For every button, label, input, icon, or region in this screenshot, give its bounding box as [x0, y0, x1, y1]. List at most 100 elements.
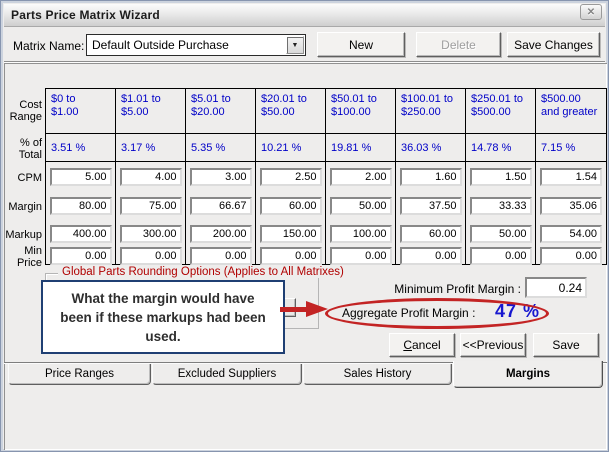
matrix-cell	[116, 247, 186, 264]
row-label-cpm: CPM	[4, 163, 44, 193]
tab-price-ranges[interactable]: Price Ranges	[8, 364, 151, 385]
matrix-cell	[116, 220, 186, 247]
cost-range-header: $250.01 to $500.00	[466, 89, 536, 134]
cancel-label-rest: ancel	[412, 338, 441, 352]
markup-input[interactable]	[190, 225, 252, 243]
margin-input[interactable]	[120, 197, 182, 215]
margin-input[interactable]	[260, 197, 322, 215]
minimum-profit-margin-input[interactable]	[525, 277, 587, 298]
cpm-input[interactable]	[540, 168, 602, 186]
margin-input[interactable]	[400, 197, 462, 215]
matrix-cell	[466, 220, 536, 247]
cpm-input[interactable]	[190, 168, 252, 186]
cpm-input[interactable]	[470, 168, 532, 186]
cost-range-header: $0 to $1.00	[46, 89, 116, 134]
matrix-name-label: Matrix Name:	[13, 39, 84, 53]
delete-button[interactable]: Delete	[416, 32, 501, 57]
matrix-cell	[256, 162, 326, 192]
min-price-input[interactable]	[470, 247, 532, 265]
cpm-input[interactable]	[330, 168, 392, 186]
margin-input[interactable]	[190, 197, 252, 215]
matrix-cell	[396, 220, 466, 247]
previous-button[interactable]: <<Previous	[460, 333, 526, 357]
price-matrix-table: $0 to $1.00 $1.01 to $5.00 $5.01 to $20.…	[45, 88, 607, 265]
matrix-cell	[46, 192, 116, 220]
cpm-input[interactable]	[400, 168, 462, 186]
title-bar[interactable]: Parts Price Matrix Wizard	[4, 4, 605, 27]
pct-total-cell: 36.03 %	[396, 134, 466, 162]
matrix-cell	[116, 162, 186, 192]
aggregate-profit-margin-label: Aggregate Profit Margin :	[342, 306, 475, 320]
min-price-input[interactable]	[540, 247, 602, 265]
min-price-input[interactable]	[260, 247, 322, 265]
row-label-cost-range: Cost Range	[4, 88, 44, 134]
min-price-input[interactable]	[330, 247, 392, 265]
matrix-cell	[396, 162, 466, 192]
min-price-input[interactable]	[400, 247, 462, 265]
margin-input[interactable]	[50, 197, 112, 215]
matrix-name-select[interactable]: Default Outside Purchase ▼	[86, 34, 306, 56]
matrix-cell	[46, 247, 116, 264]
rounding-options-group-title: Global Parts Rounding Options (Applies t…	[58, 266, 348, 278]
matrix-cell	[396, 192, 466, 220]
save-button[interactable]: Save	[533, 333, 599, 357]
new-button[interactable]: New	[317, 32, 405, 57]
close-icon[interactable]: ✕	[580, 4, 602, 20]
matrix-cell	[326, 162, 396, 192]
matrix-cell	[466, 162, 536, 192]
cpm-input[interactable]	[120, 168, 182, 186]
min-price-input[interactable]	[50, 247, 112, 265]
markup-input[interactable]	[120, 225, 182, 243]
pct-total-cell: 3.51 %	[46, 134, 116, 162]
margin-input[interactable]	[330, 197, 392, 215]
cost-range-header: $100.01 to $250.00	[396, 89, 466, 134]
matrix-cell	[256, 192, 326, 220]
markup-input[interactable]	[540, 225, 602, 243]
cancel-button[interactable]: Cancel	[389, 333, 455, 357]
matrix-cell	[256, 220, 326, 247]
aggregate-profit-margin-value: 47 %	[495, 301, 540, 322]
chevron-down-icon[interactable]: ▼	[286, 36, 304, 54]
matrix-cell	[186, 220, 256, 247]
min-price-input[interactable]	[190, 247, 252, 265]
pct-total-cell: 7.15 %	[536, 134, 606, 162]
pct-total-cell: 14.78 %	[466, 134, 536, 162]
margin-input[interactable]	[540, 197, 602, 215]
matrix-cell	[536, 220, 606, 247]
tab-margins[interactable]: Margins	[453, 361, 603, 388]
row-label-min-price: Min Price	[4, 248, 44, 265]
matrix-cell	[466, 247, 536, 264]
matrix-cell	[536, 247, 606, 264]
tab-sales-history[interactable]: Sales History	[303, 364, 452, 385]
matrix-cell	[46, 220, 116, 247]
matrix-cell	[326, 192, 396, 220]
margin-input[interactable]	[470, 197, 532, 215]
cost-range-header: $500.00 and greater	[536, 89, 606, 134]
markup-input[interactable]	[330, 225, 392, 243]
save-changes-button[interactable]: Save Changes	[507, 32, 600, 57]
matrix-cell	[326, 247, 396, 264]
matrix-cell	[536, 192, 606, 220]
cpm-input[interactable]	[260, 168, 322, 186]
cost-range-header: $5.01 to $20.00	[186, 89, 256, 134]
markup-input[interactable]	[470, 225, 532, 243]
tab-excluded-suppliers[interactable]: Excluded Suppliers	[152, 364, 302, 385]
markup-input[interactable]	[50, 225, 112, 243]
row-label-pct-total: % of Total	[4, 134, 44, 163]
matrix-cell	[46, 162, 116, 192]
matrix-cell	[326, 220, 396, 247]
matrix-cell	[186, 162, 256, 192]
annotation-callout: What the margin would have been if these…	[41, 280, 285, 354]
pct-total-cell: 5.35 %	[186, 134, 256, 162]
min-price-input[interactable]	[120, 247, 182, 265]
markup-input[interactable]	[400, 225, 462, 243]
annotation-arrow-head-icon	[306, 301, 328, 317]
cpm-input[interactable]	[50, 168, 112, 186]
pct-total-cell: 19.81 %	[326, 134, 396, 162]
matrix-cell	[536, 162, 606, 192]
row-label-margin: Margin	[4, 193, 44, 221]
markup-input[interactable]	[260, 225, 322, 243]
cost-range-header: $50.01 to $100.00	[326, 89, 396, 134]
cost-range-header: $1.01 to $5.00	[116, 89, 186, 134]
window-title: Parts Price Matrix Wizard	[4, 8, 160, 22]
